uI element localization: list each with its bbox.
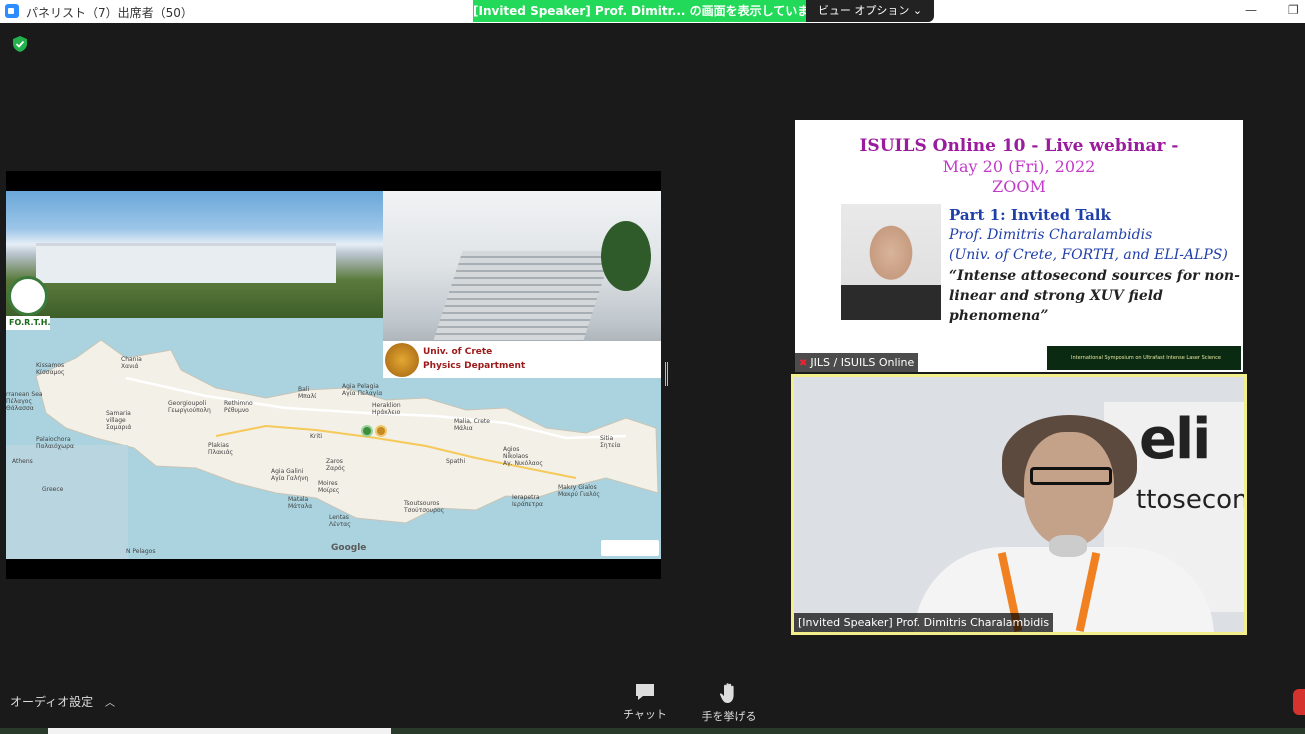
speaker-face xyxy=(1024,432,1114,547)
talk-title-line3: phenomena” xyxy=(949,308,1049,324)
map-label-chania: Chania Χανιά xyxy=(121,356,142,370)
audio-settings-label: オーディオ設定 xyxy=(10,695,94,709)
map-label-samaria: Samaria village Σαμαριά xyxy=(106,410,132,431)
map-label-agios-nikolaos: Agios Nikolaos Αγ. Νικόλαος xyxy=(503,446,543,467)
eli-logo: eli xyxy=(1139,407,1211,472)
panel-resize-handle[interactable] xyxy=(665,362,668,386)
forth-building-photo xyxy=(6,191,383,318)
participant-name-tag: ✖ JILS / ISUILS Online xyxy=(795,353,919,372)
map-label-rethimno: Rethimno Ρέθυμνο xyxy=(224,400,253,414)
map-label-athens: Athens xyxy=(12,458,33,465)
map-label-plakias: Plakias Πλακιάς xyxy=(208,442,234,456)
map-label-malia: Malia, Crete Μάλια xyxy=(454,418,490,432)
map-label-sea: rranean Sea Πέλαγος Θάλασσα xyxy=(6,391,43,412)
webinar-date: May 20 (Fri), 2022 xyxy=(942,157,1096,176)
raise-hand-button[interactable]: 手を挙げる xyxy=(694,682,764,724)
encryption-shield-icon[interactable] xyxy=(11,35,29,53)
palm-tree xyxy=(601,221,651,291)
window-title: パネリスト（7）出席者（50） xyxy=(26,6,193,20)
chat-label: チャット xyxy=(623,708,667,721)
google-logo: Google xyxy=(331,543,367,553)
talk-title-line1: “Intense attosecond sources for non- xyxy=(949,268,1240,284)
screen-share-banner: [Invited Speaker] Prof. Dimitr... の画面を表示… xyxy=(473,0,806,22)
uoc-map-marker xyxy=(375,425,387,437)
map-label-agia-galini: Agia Galini Αγία Γαλήνη xyxy=(271,468,309,482)
map-label-makry-gialos: Makry Gialos Μακρύ Γιαλός xyxy=(558,484,600,498)
shared-slide: Chania Χανιά Kissamos Κίσσαμος Georgioup… xyxy=(6,191,661,559)
isuils-logo: International Symposium on Ultrafast Int… xyxy=(1047,346,1241,370)
view-options-button[interactable]: ビュー オプション ⌄ xyxy=(806,0,934,22)
maximize-button[interactable]: ❐ xyxy=(1288,3,1299,17)
uoc-caption: Univ. of Crete Physics Department xyxy=(383,341,661,378)
map-label-agia-pelagia: Agia Pelagia Αγία Πελαγία xyxy=(342,383,383,397)
map-label-bali: Bali Μπαλί xyxy=(298,386,317,400)
webinar-affiliation: (Univ. of Crete, FORTH, and ELI-ALPS) xyxy=(949,247,1228,263)
audio-settings-button[interactable]: オーディオ設定 ︿ xyxy=(10,693,115,710)
shared-screen[interactable]: Chania Χανιά Kissamos Κίσσαμος Georgioup… xyxy=(6,171,661,579)
participant-name: JILS / ISUILS Online xyxy=(810,356,915,369)
map-label-greece: Greece xyxy=(42,486,64,493)
muted-mic-icon: ✖ xyxy=(799,358,808,369)
map-label-moires: Moires Μοίρες xyxy=(318,480,340,494)
speaker-beard xyxy=(1049,535,1087,557)
map-label-sitia: Sitia Σητεία xyxy=(600,435,621,449)
webinar-platform: ZOOM xyxy=(992,177,1046,196)
forth-label: FO.R.T.H. xyxy=(6,316,51,330)
speaker-glasses xyxy=(1030,467,1112,485)
map-label-tsoutsouros: Tsoutsouros Τσούτσουρος xyxy=(404,500,445,514)
chat-icon xyxy=(636,684,654,700)
map-label-heraklion: Heraklion Ηράκλειο xyxy=(372,402,401,416)
taskbar-item[interactable] xyxy=(48,728,391,734)
talk-title-line2: linear and strong XUV field xyxy=(949,288,1163,304)
uoc-label-line1: Univ. of Crete xyxy=(423,347,493,357)
chat-button[interactable]: チャット xyxy=(610,682,680,722)
speaker-name-tag: [Invited Speaker] Prof. Dimitris Charala… xyxy=(794,613,1054,632)
map-label-kissamos: Kissamos Κίσσαμος xyxy=(36,362,65,376)
uoc-label-line2: Physics Department xyxy=(423,361,526,371)
forth-map-marker xyxy=(361,425,373,437)
map-label-kriti: Kriti xyxy=(310,433,323,440)
map-label-ierapetra: Ierapetra Ιεράπετρα xyxy=(512,494,544,508)
video-tile-speaker[interactable]: ) eli ttosecond [Invited Speaker] Prof. … xyxy=(791,374,1247,635)
chevron-up-icon[interactable]: ︿ xyxy=(105,698,115,709)
map-label-zaros: Zaros Ζαρός xyxy=(326,458,346,472)
video-tile-jils[interactable]: ISUILS Online 10 - Live webinar - May 20… xyxy=(795,120,1243,372)
map-label-palaiochora: Palaiochora Παλαιόχωρα xyxy=(36,436,74,450)
map-view-controls xyxy=(601,540,659,556)
webinar-title: ISUILS Online 10 - Live webinar - xyxy=(859,136,1179,156)
eli-subtitle: ttosecond xyxy=(1136,485,1247,515)
zoom-app-icon xyxy=(5,4,19,18)
leave-button[interactable] xyxy=(1293,689,1305,715)
speaker-photo xyxy=(841,204,941,320)
map-label-georgioupoli: Georgioupoli Γεωργιούπολη xyxy=(168,400,211,414)
minimize-button[interactable]: — xyxy=(1245,3,1257,17)
map-label-lentas: Lentas Λέντας xyxy=(329,514,351,528)
webinar-speaker: Prof. Dimitris Charalambidis xyxy=(949,227,1153,243)
forth-logo xyxy=(8,276,48,316)
forth-building xyxy=(36,243,336,283)
webinar-part: Part 1: Invited Talk xyxy=(949,206,1111,224)
map-label-matala: Matala Μάταλα xyxy=(288,496,313,510)
uoc-seal-icon xyxy=(385,343,419,377)
map-label-pelagos: Ν Pelagos xyxy=(126,548,156,555)
map-label-spathi: Spathi xyxy=(446,458,466,465)
raise-hand-label: 手を挙げる xyxy=(701,710,757,723)
raise-hand-icon xyxy=(719,683,734,703)
